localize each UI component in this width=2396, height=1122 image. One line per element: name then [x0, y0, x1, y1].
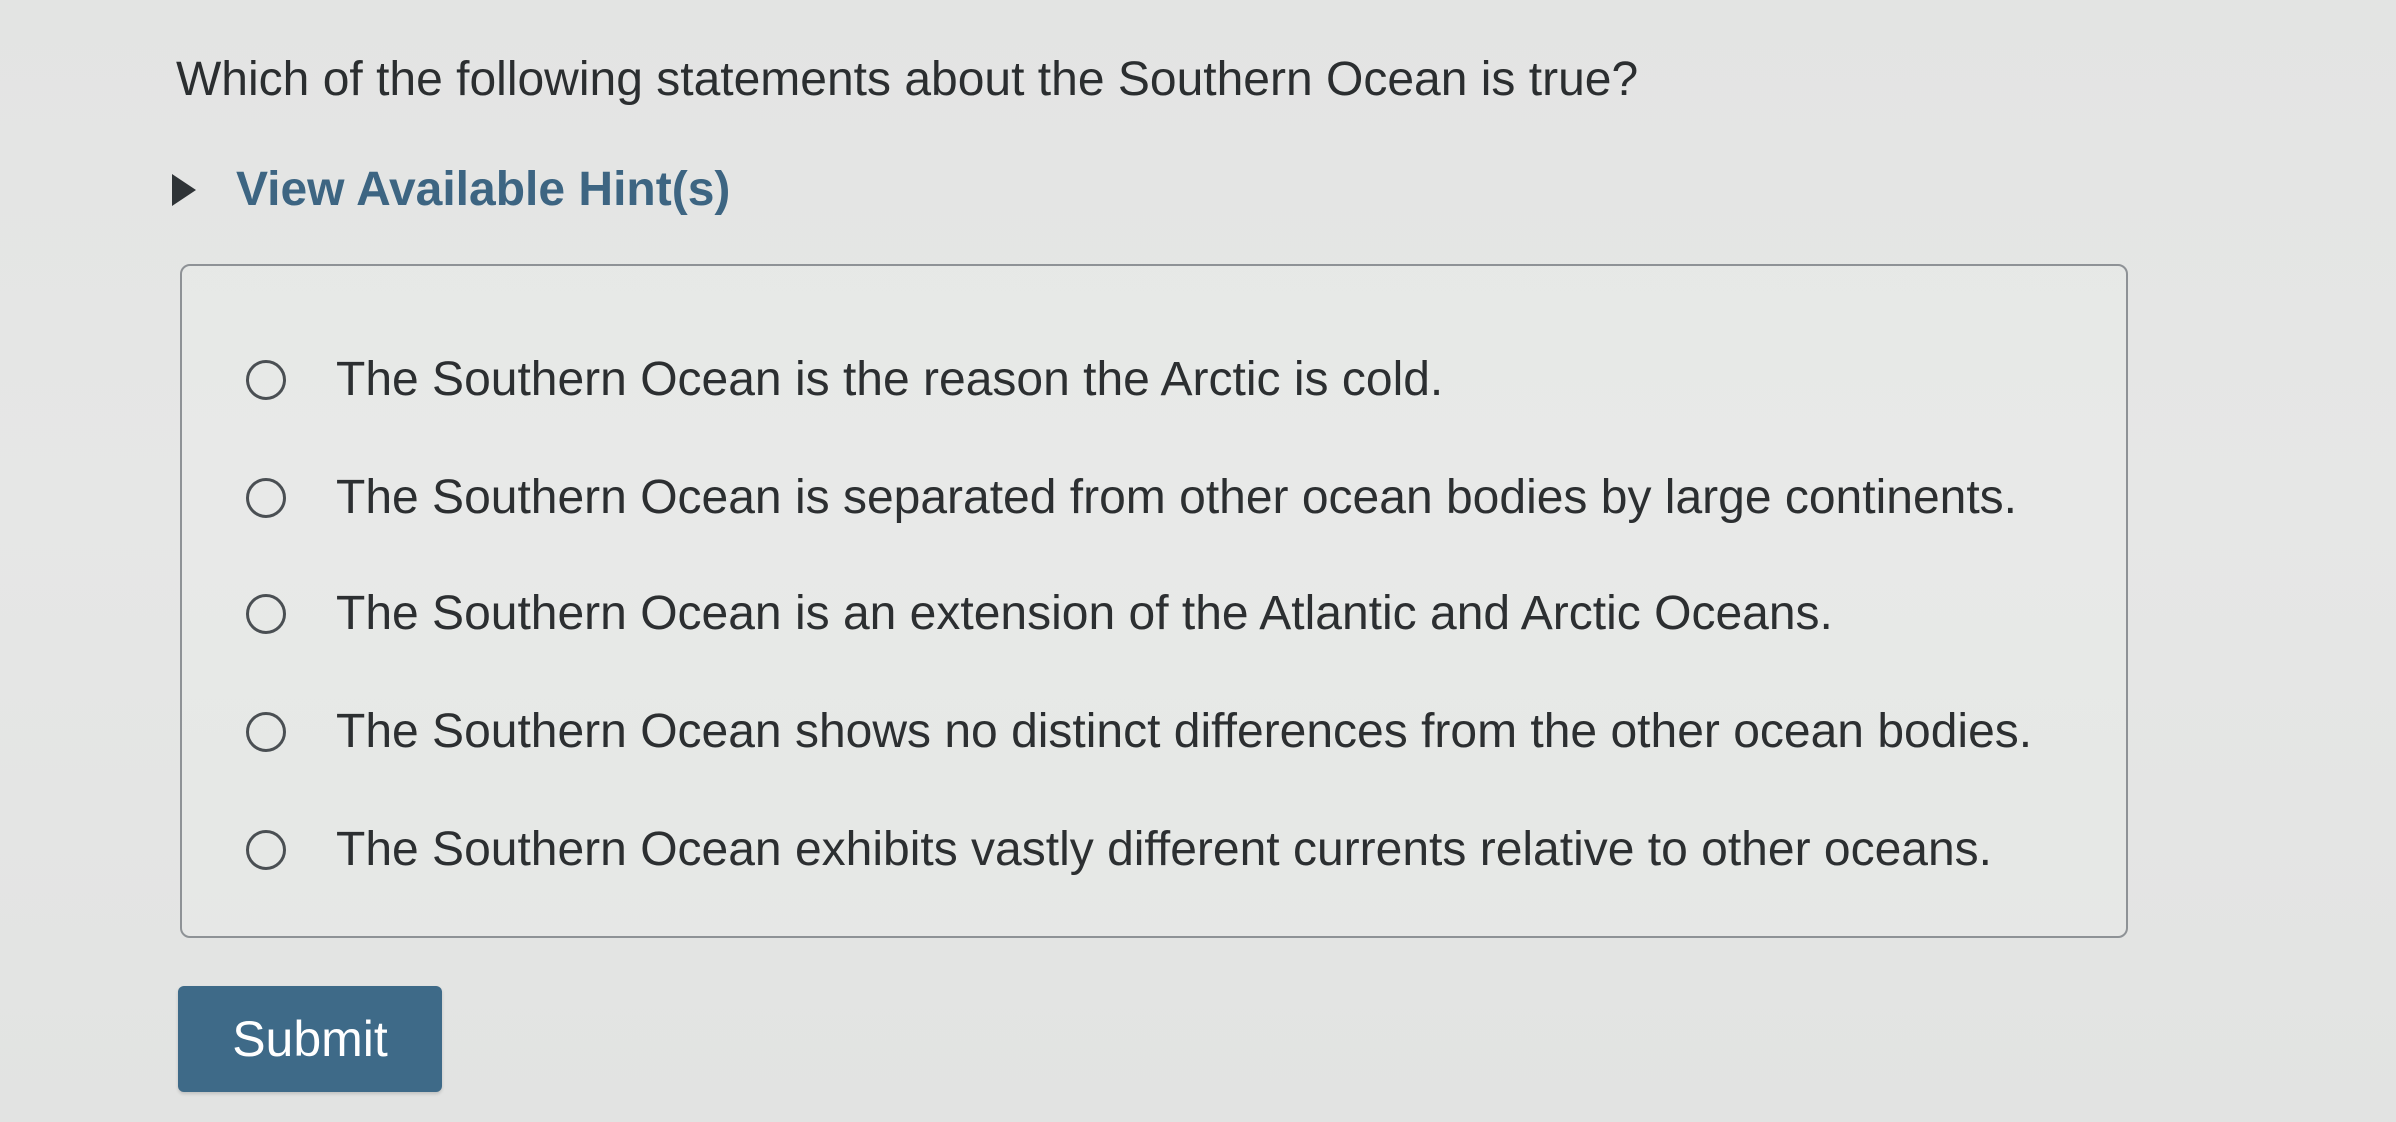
radio-button-icon[interactable] — [246, 712, 286, 752]
answer-option-label: The Southern Ocean exhibits vastly diffe… — [336, 823, 1992, 876]
question-page: { "question": { "text": "Which of the fo… — [0, 0, 2396, 1122]
answer-option-2[interactable]: The Southern Ocean is separated from oth… — [246, 466, 2017, 530]
answer-option-label: The Southern Ocean is the reason the Arc… — [336, 353, 1444, 406]
answer-option-1[interactable]: The Southern Ocean is the reason the Arc… — [246, 348, 1443, 412]
view-hints-label: View Available Hint(s) — [236, 163, 731, 216]
answer-option-label: The Southern Ocean is separated from oth… — [336, 471, 2018, 524]
answer-option-label: The Southern Ocean shows no distinct dif… — [336, 705, 2033, 758]
submit-button[interactable]: Submit — [178, 986, 442, 1092]
answer-option-3[interactable]: The Southern Ocean is an extension of th… — [246, 582, 1833, 646]
radio-button-icon[interactable] — [246, 594, 286, 634]
radio-button-icon[interactable] — [246, 830, 286, 870]
answer-option-4[interactable]: The Southern Ocean shows no distinct dif… — [246, 700, 2032, 764]
radio-button-icon[interactable] — [246, 360, 286, 400]
radio-button-icon[interactable] — [246, 478, 286, 518]
question-text: Which of the following statements about … — [176, 53, 1639, 106]
answer-option-5[interactable]: The Southern Ocean exhibits vastly diffe… — [246, 818, 1992, 882]
view-hints-toggle[interactable]: View Available Hint(s) — [172, 158, 730, 222]
caret-right-icon — [172, 174, 196, 206]
answer-options-group: The Southern Ocean is the reason the Arc… — [180, 264, 2128, 938]
answer-option-label: The Southern Ocean is an extension of th… — [336, 587, 1833, 640]
